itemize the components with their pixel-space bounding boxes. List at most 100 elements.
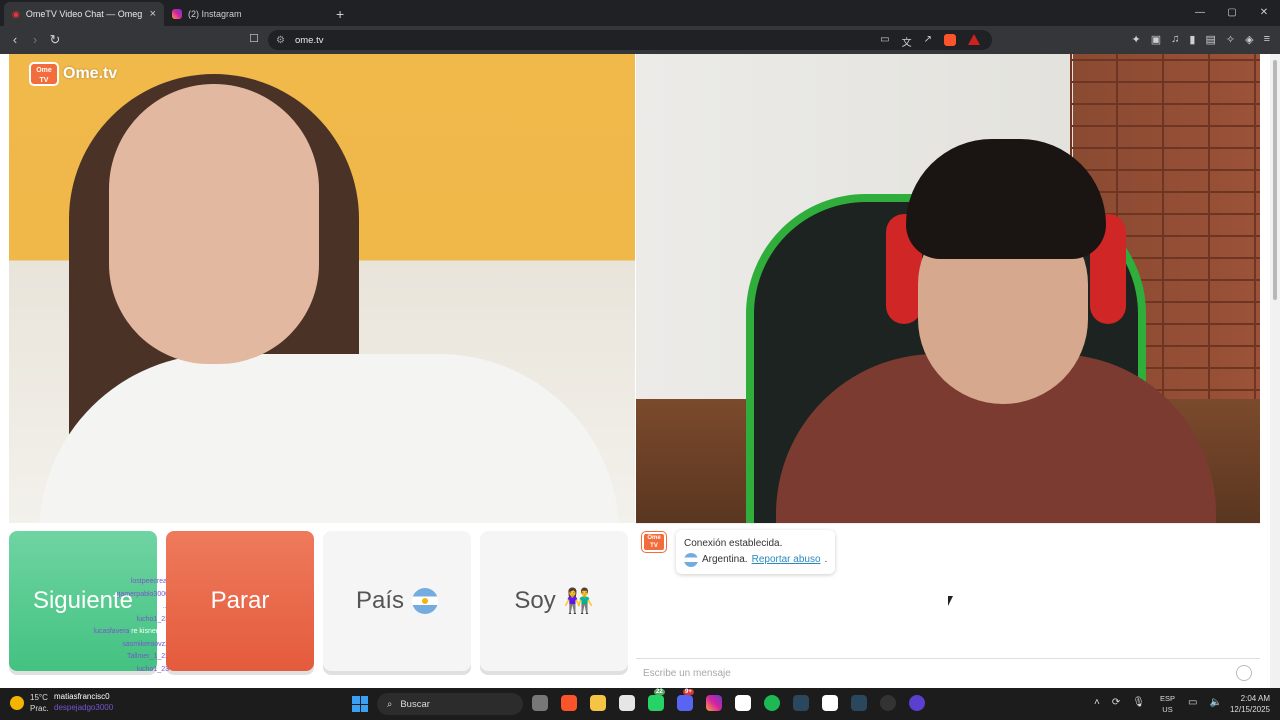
brave-shield-icon[interactable] <box>944 34 956 46</box>
stream-chat-overlay: lostpeecreat gamerpablo3000 … lucho1_23 … <box>69 576 169 676</box>
taskbar-apps: 22 9+ <box>532 689 925 711</box>
share-icon[interactable]: ↗ <box>924 34 932 49</box>
message-placeholder: Escribe un mensaje <box>643 668 731 679</box>
window-controls: — ▢ ✕ <box>1184 0 1280 26</box>
temperature: 15°C <box>30 693 48 702</box>
network-icon[interactable]: ▭ <box>1188 697 1197 708</box>
extensions-icon[interactable]: ✦ <box>1132 33 1141 46</box>
store-icon[interactable] <box>619 695 635 711</box>
task-view-icon[interactable] <box>532 695 548 711</box>
url-text: ome.tv <box>294 34 324 46</box>
minimize-button[interactable]: — <box>1184 0 1216 26</box>
overlay-name: lucho1_23 <box>136 615 169 623</box>
report-abuse-link[interactable]: Reportar abuso <box>752 552 821 568</box>
notion-icon-2[interactable] <box>822 695 838 711</box>
page-scrollbar[interactable] <box>1270 54 1280 688</box>
ometv-logo[interactable]: Ome TV Ome.tv <box>29 62 117 86</box>
tab-ometv[interactable]: ◉ OmeTV Video Chat — Omeg × <box>4 2 164 26</box>
weather-note: Prac. <box>30 704 49 713</box>
windows-start-icon[interactable] <box>352 696 368 712</box>
tab-instagram[interactable]: (2) Instagram <box>164 2 324 26</box>
spotify-icon[interactable] <box>764 695 780 711</box>
nav-buttons: ‹ › ↻ <box>0 32 62 48</box>
emoji-icon[interactable] <box>1236 665 1252 681</box>
self-video <box>636 54 1260 523</box>
country-button[interactable]: País <box>323 531 471 671</box>
overlay-name: lostpeecreat <box>130 578 169 585</box>
vpn-icon[interactable]: ◈ <box>1245 33 1253 46</box>
reload-icon[interactable]: ↻ <box>48 32 62 48</box>
discord-icon[interactable]: 9+ <box>677 689 694 711</box>
overlay-name: … <box>69 601 169 614</box>
taskbar-search[interactable]: ⌕ Buscar <box>377 693 523 715</box>
microphone-icon[interactable]: 🎙 <box>1132 697 1145 708</box>
new-tab-button[interactable]: + <box>324 2 356 26</box>
obs-icon[interactable] <box>880 695 896 711</box>
weather-widget[interactable]: 15°C Prac. <box>10 692 49 714</box>
overlay-name: gamerpablo3000 <box>116 590 169 598</box>
volume-icon[interactable]: 🔈 <box>1209 697 1221 708</box>
translate-icon[interactable]: 文 <box>902 34 912 49</box>
argentina-flag-icon <box>684 553 698 567</box>
mouse-cursor-icon <box>948 596 953 606</box>
whatsapp-icon[interactable]: 22 <box>648 689 665 711</box>
next-button[interactable]: Siguiente lostpeecreat gamerpablo3000 … … <box>9 531 169 673</box>
connection-text: Conexión establecida. <box>684 538 783 549</box>
sidebar-icon[interactable]: ▮ <box>1189 33 1195 46</box>
stop-button[interactable]: Parar <box>166 531 314 671</box>
chevron-up-icon[interactable]: ˄ <box>1094 697 1100 708</box>
bookmark-icon[interactable]: ☐ <box>249 32 259 45</box>
screenshot-icon[interactable]: ▣ <box>1151 33 1161 46</box>
message-input[interactable]: Escribe un mensaje <box>636 658 1260 688</box>
system-tray-icons: ▭ 🔈 <box>1188 697 1222 708</box>
scrollbar-thumb[interactable] <box>1273 60 1277 300</box>
search-placeholder: Buscar <box>400 698 430 710</box>
stop-label: Parar <box>210 587 270 614</box>
restore-button[interactable]: ▢ <box>1216 0 1248 26</box>
overlay-user: matiasfrancisc0 <box>54 692 110 701</box>
logo-text: Ome.tv <box>63 65 118 82</box>
menu-icon[interactable]: ≡ <box>1264 33 1270 46</box>
lang-line2: US <box>1162 705 1173 714</box>
system-message: Conexión establecida. Argentina. Reporta… <box>676 530 836 574</box>
steam-icon-2[interactable] <box>851 695 867 711</box>
youtube-record-icon: ◉ <box>12 8 20 19</box>
extension-icons: ✦ ▣ ♫ ▮ ▤ ✧ ◈ ≡ <box>1132 33 1270 46</box>
brave-rewards-icon[interactable] <box>968 34 980 45</box>
instagram-icon[interactable] <box>706 695 722 711</box>
clock[interactable]: 2:04 AM 12/15/2025 <box>1230 693 1270 715</box>
gender-button[interactable]: Soy 👫 <box>480 531 628 671</box>
close-window-button[interactable]: ✕ <box>1248 0 1280 26</box>
site-info-icon[interactable]: ⚙ <box>276 35 285 46</box>
notion-icon[interactable] <box>735 695 751 711</box>
overlay-name: Tallmer_1_22 <box>126 653 169 660</box>
discord-badge: 9+ <box>683 689 694 695</box>
search-icon: ⌕ <box>387 698 393 710</box>
steam-icon[interactable] <box>793 695 809 711</box>
forward-icon[interactable]: › <box>28 32 42 48</box>
control-buttons: Siguiente lostpeecreat gamerpablo3000 … … <box>9 531 629 681</box>
clock-date: 12/15/2025 <box>1229 705 1270 714</box>
wallet-icon[interactable]: ▤ <box>1205 33 1215 46</box>
language-indicator[interactable]: ESP US <box>1160 693 1175 715</box>
leo-icon[interactable]: ✧ <box>1226 33 1235 46</box>
overlay-name: lucho1_23 <box>136 665 169 673</box>
tab-title: (2) Instagram <box>188 9 242 19</box>
weather-icon <box>10 696 24 710</box>
file-explorer-icon[interactable] <box>590 695 606 711</box>
cortana-icon[interactable] <box>909 695 925 711</box>
media-icon[interactable]: ♫ <box>1171 33 1179 46</box>
country-label: País <box>355 587 405 614</box>
lang-line1: ESP <box>1160 694 1176 703</box>
brave-browser-icon[interactable] <box>561 695 577 711</box>
cast-icon[interactable]: ▭ <box>880 34 889 49</box>
country-text: Argentina. <box>702 554 748 565</box>
sync-icon[interactable]: ⟳ <box>1112 697 1120 708</box>
couple-icon: 👫 <box>563 587 594 615</box>
stranger-face <box>109 84 319 364</box>
close-tab-icon[interactable]: × <box>150 8 156 20</box>
back-icon[interactable]: ‹ <box>8 32 22 48</box>
stranger-shirt <box>39 354 619 523</box>
page-viewport: Ome TV Ome.tv Siguiente lostpeecreat gam… <box>0 54 1280 688</box>
address-bar-actions: ▭ 文 ↗ <box>880 34 980 49</box>
